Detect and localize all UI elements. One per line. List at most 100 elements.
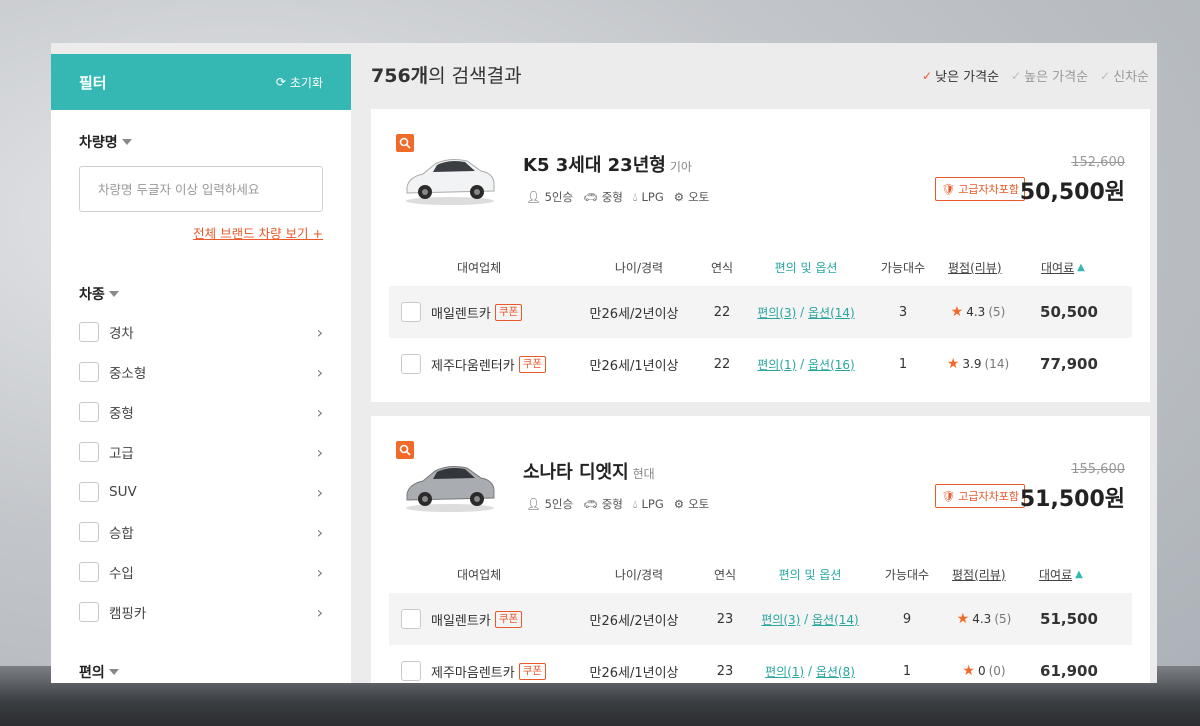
caret-down-icon [121, 139, 132, 145]
sort-low-price[interactable]: ✓ 낮은 가격순 [922, 66, 999, 86]
sort-new-car[interactable]: ✓ 신차순 [1100, 66, 1149, 86]
reset-button[interactable]: ⟳ 초기화 [276, 74, 323, 91]
car-name[interactable]: 소나타 디엣지 현대 [523, 458, 655, 484]
chevron-right-icon[interactable]: › [317, 603, 323, 622]
chevron-right-icon[interactable]: › [317, 443, 323, 462]
th-fee[interactable]: 대여료 ▲ [1039, 559, 1083, 589]
size-spec: 🚗︎ 중형 [583, 190, 623, 204]
age: 만26세/1년이상 [589, 665, 679, 681]
car-specs: 👤︎ 5인승 🚗︎ 중형 💧︎ LPG ⚙︎ 오토 [526, 496, 709, 512]
convenience-section-title[interactable]: 편의 [51, 662, 351, 682]
car-name-section-title[interactable]: 차량명 [51, 132, 351, 152]
row-checkbox[interactable] [401, 645, 421, 683]
year: 23 [716, 611, 734, 627]
avail: 3 [898, 304, 908, 320]
table-row[interactable]: 매일렌트카 쿠폰 만26세/2년이상 22 편의(3) / 옵션(14) 3 ★ 4… [389, 286, 1132, 338]
checkbox[interactable] [79, 322, 99, 342]
car-type-item[interactable]: SUV › [51, 472, 351, 512]
th-year: 연식 [710, 260, 734, 275]
row-checkbox[interactable] [401, 338, 421, 390]
trans-spec: ⚙︎ 오토 [673, 497, 710, 511]
car-type-item[interactable]: 캠핑카 › [51, 592, 351, 632]
checkbox[interactable] [79, 402, 99, 422]
coupon-badge: 쿠폰 [494, 610, 523, 628]
car-type-item[interactable]: 중형 › [51, 392, 351, 432]
car-type-section-title[interactable]: 차종 [51, 284, 351, 304]
car-type-item[interactable]: 경차 › [51, 312, 351, 352]
all-brands-link[interactable]: 전체 브랜드 차량 보기 + [51, 223, 351, 242]
car-name[interactable]: K5 3세대 23년형 기아 [523, 151, 692, 177]
age: 만26세/2년이상 [589, 613, 679, 629]
seats-spec: 👤︎ 5인승 [526, 497, 574, 511]
th-company: 대여업체 [457, 260, 502, 275]
filter-sidebar: 필터 ⟳ 초기화 차량명 전체 브랜드 차량 보기 + 차종 경차 › 중소형 › … [51, 54, 351, 683]
checkbox[interactable] [79, 362, 99, 382]
car-type-item[interactable]: 고급 › [51, 432, 351, 472]
sort-high-price[interactable]: ✓ 높은 가격순 [1011, 66, 1088, 86]
car-type-item[interactable]: 중소형 › [51, 352, 351, 392]
car-type-label: 중형 [109, 406, 134, 422]
checkbox[interactable] [79, 482, 99, 502]
table-row[interactable]: 제주다움렌터카 쿠폰 만26세/1년이상 22 편의(1) / 옵션(16) 1 … [389, 338, 1132, 390]
company: 제주다움렌터카 쿠폰 [431, 338, 547, 390]
table-row[interactable]: 매일렌트카 쿠폰 만26세/2년이상 23 편의(3) / 옵션(14) 9 ★ 4… [389, 593, 1132, 645]
original-price: 155,600 [1071, 462, 1125, 477]
sort-up-icon: ▲ [1077, 261, 1085, 273]
reset-label: 초기화 [289, 75, 323, 90]
person-icon: 👤︎ [526, 497, 541, 511]
table-header: 대여업체 나이/경력 연식 편의 및 옵션 가능대수 평점(리뷰) 대여료 ▲ [389, 559, 1132, 589]
chevron-right-icon[interactable]: › [317, 363, 323, 382]
seats-spec: 👤︎ 5인승 [526, 190, 574, 204]
options-link[interactable]: 편의(1) / 옵션(16) [741, 338, 871, 390]
star-icon: ★ [950, 304, 964, 320]
star-icon: ★ [962, 663, 975, 679]
car-type-item[interactable]: 승합 › [51, 512, 351, 552]
car-type-item[interactable]: 수입 › [51, 552, 351, 592]
chevron-right-icon[interactable]: › [317, 563, 323, 582]
rental-search-app: 필터 ⟳ 초기화 차량명 전체 브랜드 차량 보기 + 차종 경차 › 중소형 › … [51, 43, 1157, 683]
chevron-right-icon[interactable]: › [317, 403, 323, 422]
chevron-right-icon[interactable]: › [317, 483, 323, 502]
coupon-badge: 쿠폰 [518, 355, 547, 373]
shield-icon: 🛡︎ [941, 182, 956, 196]
car-type-list: 경차 › 중소형 › 중형 › 고급 › SUV › 승합 › 수입 › 캠핑카 › [51, 312, 351, 632]
car-icon: 🚗︎ [583, 190, 598, 204]
th-age: 나이/경력 [614, 567, 664, 582]
check-icon: ✓ [922, 68, 933, 83]
filter-title: 필터 [79, 73, 107, 92]
year: 22 [713, 356, 731, 372]
result-bar: 756개의 검색결과 ✓ 낮은 가격순 ✓ 높은 가격순 ✓ 신차순 [371, 61, 1157, 91]
car-type-label: 승합 [109, 526, 134, 542]
year: 22 [713, 304, 731, 320]
row-checkbox[interactable] [401, 593, 421, 645]
options-link[interactable]: 편의(3) / 옵션(14) [741, 286, 871, 338]
options-link[interactable]: 편의(1) / 옵션(8) [745, 645, 875, 683]
result-count: 756개의 검색결과 [371, 65, 522, 87]
options-link[interactable]: 편의(3) / 옵션(14) [745, 593, 875, 645]
car-card: K5 3세대 23년형 기아 👤︎ 5인승 🚗︎ 중형 💧︎ LPG ⚙︎ 오토 152,… [371, 109, 1150, 402]
checkbox[interactable] [79, 562, 99, 582]
table-header: 대여업체 나이/경력 연식 편의 및 옵션 가능대수 평점(리뷰) 대여료 ▲ [389, 252, 1132, 282]
company: 매일렌트카 쿠폰 [431, 286, 523, 338]
th-year: 연식 [713, 567, 737, 582]
checkbox[interactable] [79, 602, 99, 622]
check-icon: ✓ [1011, 68, 1022, 83]
company: 매일렌트카 쿠폰 [431, 593, 523, 645]
th-rating[interactable]: 평점(리뷰) [952, 559, 1006, 589]
chevron-right-icon[interactable]: › [317, 323, 323, 342]
car-name-input[interactable] [79, 166, 323, 212]
chevron-right-icon[interactable]: › [317, 523, 323, 542]
avail: 9 [902, 611, 912, 627]
car-type-label: SUV [109, 484, 137, 500]
row-checkbox[interactable] [401, 286, 421, 338]
table-row[interactable]: 제주마음렌트카 쿠폰 만26세/1년이상 23 편의(1) / 옵션(8) 1 ★… [389, 645, 1132, 683]
th-fee[interactable]: 대여료 ▲ [1041, 252, 1085, 282]
checkbox[interactable] [79, 442, 99, 462]
fuel-spec: 💧︎ LPG [632, 189, 664, 205]
th-options: 편의 및 옵션 [778, 567, 842, 582]
age: 만26세/1년이상 [589, 358, 679, 374]
size-spec: 🚗︎ 중형 [583, 497, 623, 511]
th-rating[interactable]: 평점(리뷰) [948, 252, 1002, 282]
checkbox[interactable] [79, 522, 99, 542]
car-image [406, 159, 495, 205]
